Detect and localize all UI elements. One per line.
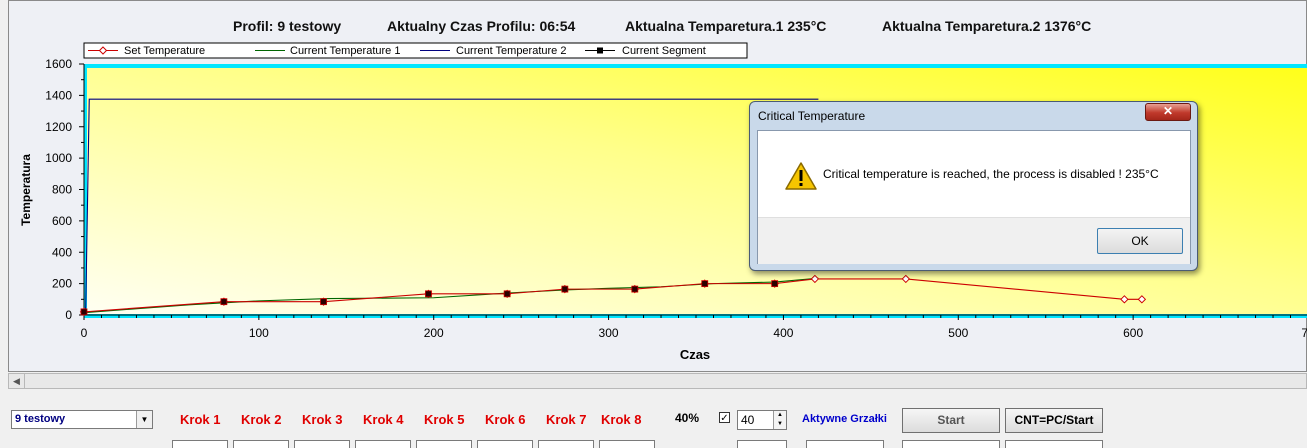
step-8-time-input[interactable] xyxy=(599,440,655,448)
step-4-label[interactable]: Krok 4 xyxy=(363,412,403,427)
x-axis-label: Czas xyxy=(680,347,710,362)
chevron-down-icon[interactable]: ▼ xyxy=(136,411,152,428)
step-5-time-input[interactable] xyxy=(416,440,472,448)
x-tick-label: 300 xyxy=(599,326,619,340)
x-tick-label: 70 xyxy=(1301,326,1307,340)
second-button-right[interactable] xyxy=(1005,440,1103,448)
dialog-footer: OK xyxy=(758,217,1190,264)
second-spinner[interactable] xyxy=(737,440,787,448)
ok-button[interactable]: OK xyxy=(1097,228,1183,254)
y-tick-label: 1200 xyxy=(45,120,72,134)
step-8-label[interactable]: Krok 8 xyxy=(601,412,641,427)
step-4-time-input[interactable] xyxy=(355,440,411,448)
y-tick-label: 800 xyxy=(52,183,72,197)
current-segment-point xyxy=(771,280,779,288)
current-segment-point xyxy=(631,285,639,293)
percent-label: 40% xyxy=(675,411,700,425)
step-7-time-input[interactable] xyxy=(538,440,594,448)
step-1-time-input[interactable] xyxy=(172,440,228,448)
step-2-time-input[interactable] xyxy=(233,440,289,448)
step-7-label[interactable]: Krok 7 xyxy=(546,412,586,427)
step-1-label[interactable]: Krok 1 xyxy=(180,412,220,427)
current-segment-point xyxy=(80,308,88,316)
step-2-label[interactable]: Krok 2 xyxy=(241,412,281,427)
legend-marker-current-segment xyxy=(597,47,603,54)
heater-power-spinner[interactable]: 40 ▲ ▼ xyxy=(737,410,787,430)
start-button[interactable]: Start xyxy=(902,408,1000,433)
step-3-label[interactable]: Krok 3 xyxy=(302,412,342,427)
y-tick-label: 400 xyxy=(52,245,72,259)
step-3-time-input[interactable] xyxy=(294,440,350,448)
x-tick-label: 0 xyxy=(81,326,88,340)
x-tick-label: 100 xyxy=(249,326,269,340)
current-segment-point xyxy=(503,290,511,298)
second-select[interactable] xyxy=(806,440,884,448)
legend-label-current-segment: Current Segment xyxy=(622,45,706,57)
dialog-body: Critical temperature is reached, the pro… xyxy=(757,130,1191,264)
cnt-pc-start-button[interactable]: CNT=PC/Start xyxy=(1005,408,1103,433)
y-tick-label: 1000 xyxy=(45,151,72,165)
close-icon[interactable]: ✕ xyxy=(1145,103,1191,121)
x-tick-label: 600 xyxy=(1123,326,1143,340)
legend-label-current-temperature-2: Current Temperature 2 xyxy=(456,45,566,57)
current-segment-point xyxy=(701,280,709,288)
legend-label-set-temperature: Set Temperature xyxy=(124,45,205,57)
spinner-arrows-icon[interactable]: ▲ ▼ xyxy=(773,411,786,429)
y-tick-label: 600 xyxy=(52,214,72,228)
y-tick-label: 1600 xyxy=(45,57,72,71)
active-heaters-label[interactable]: Aktywne Grzałki xyxy=(802,413,887,425)
current-segment-point xyxy=(220,298,228,306)
scroll-left-arrow-icon[interactable]: ◀ xyxy=(9,374,25,388)
chart-legend: Set Temperature Current Temperature 1 Curr… xyxy=(83,42,748,59)
horizontal-scrollbar[interactable]: ◀ xyxy=(8,373,1307,389)
heaters-checkbox[interactable]: ✓ xyxy=(719,412,730,424)
y-tick-label: 0 xyxy=(65,308,72,322)
second-row-controls xyxy=(0,440,1307,448)
dialog-title: Critical Temperature xyxy=(758,109,866,123)
current-segment-point xyxy=(561,285,569,293)
dialog-message: Critical temperature is reached, the pro… xyxy=(823,167,1159,181)
current-segment-point xyxy=(425,290,432,298)
step-6-time-input[interactable] xyxy=(477,440,533,448)
step-6-label[interactable]: Krok 6 xyxy=(485,412,525,427)
y-tick-label: 200 xyxy=(52,277,72,291)
current-segment-point xyxy=(320,298,327,306)
profile-select[interactable]: 9 testowy ▼ xyxy=(11,410,153,429)
second-button-left[interactable] xyxy=(902,440,1000,448)
step-5-label[interactable]: Krok 5 xyxy=(424,412,464,427)
warning-icon xyxy=(785,162,817,190)
heater-power-value: 40 xyxy=(741,413,755,427)
y-tick-label: 1400 xyxy=(45,88,72,102)
profile-select-value: 9 testowy xyxy=(15,413,66,425)
x-tick-label: 200 xyxy=(424,326,444,340)
critical-temperature-dialog: Critical Temperature ✕ Critical temperat… xyxy=(749,101,1198,271)
control-bar: 9 testowy ▼ Krok 1 Krok 2 Krok 3 Krok 4 … xyxy=(0,404,1307,448)
legend-label-current-temperature-1: Current Temperature 1 xyxy=(290,45,400,57)
x-tick-label: 500 xyxy=(948,326,968,340)
x-tick-label: 400 xyxy=(773,326,793,340)
y-axis-label: Temperatura xyxy=(19,154,33,226)
